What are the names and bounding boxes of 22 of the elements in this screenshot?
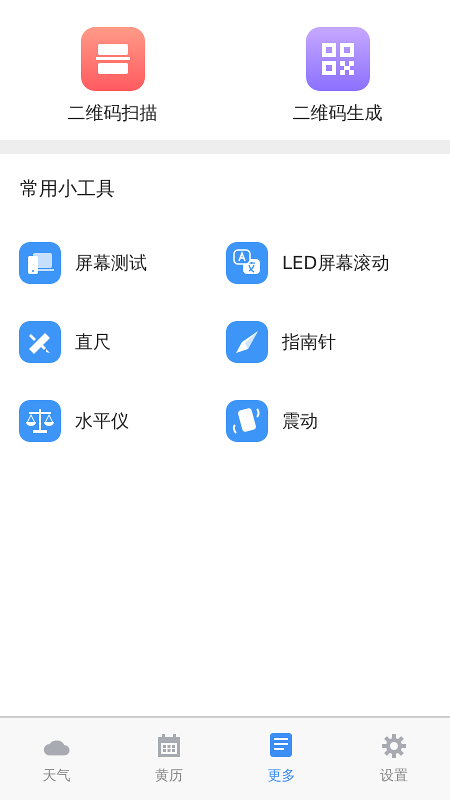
balance-scale-icon[interactable]	[19, 400, 61, 442]
tool-label: 二维码生成	[292, 102, 382, 125]
tab[interactable]: 天气	[0, 718, 112, 800]
translate-icon[interactable]	[226, 242, 268, 284]
qr-code-icon[interactable]	[306, 27, 370, 91]
tool-label: 二维码扫描	[68, 102, 158, 125]
scanner-icon[interactable]	[80, 27, 144, 91]
section-title: 常用小工具	[19, 177, 116, 202]
tool-label: 屏幕测试	[75, 252, 147, 275]
tool-label: 直尺	[75, 331, 111, 354]
tool-label: 水平仪	[75, 410, 129, 433]
tab[interactable]: 黄历	[112, 718, 225, 800]
tab[interactable]: 更多	[225, 718, 338, 800]
tab[interactable]: 设置	[338, 718, 450, 800]
tool-label: LED屏幕滚动	[282, 252, 390, 275]
tool-label: 指南针	[282, 331, 336, 354]
devices-icon[interactable]	[19, 242, 61, 284]
tool-label: 震动	[282, 410, 318, 433]
ruler-pencil-icon[interactable]	[19, 321, 61, 363]
compass-icon[interactable]	[226, 321, 268, 363]
vibrating-phone-icon[interactable]	[226, 400, 268, 442]
settings-icon	[380, 733, 408, 759]
